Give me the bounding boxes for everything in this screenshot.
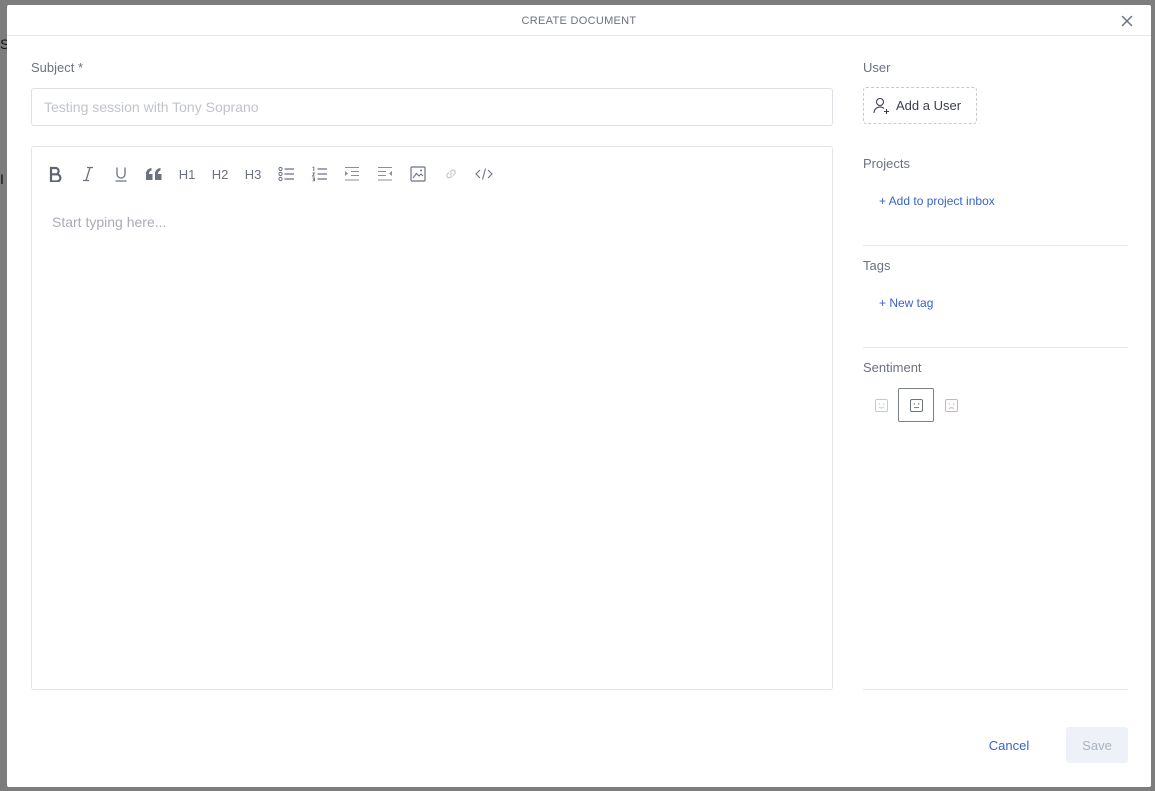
numbered-list-button[interactable]: [309, 164, 329, 184]
h3-button[interactable]: H3: [243, 164, 263, 184]
projects-label: Projects: [863, 156, 910, 171]
divider: [863, 347, 1128, 348]
indent-icon: [345, 166, 359, 181]
happy-face-icon: [874, 398, 888, 412]
rich-text-editor[interactable]: H1 H2 H3 Start typing here...: [31, 146, 833, 690]
insert-image-button[interactable]: [408, 164, 428, 184]
sentiment-label: Sentiment: [863, 360, 922, 375]
subject-input[interactable]: [31, 88, 833, 126]
h2-button[interactable]: H2: [210, 164, 230, 184]
user-label: User: [863, 60, 891, 75]
create-document-modal: CREATE DOCUMENT Subject * Testing sessio…: [7, 5, 1151, 787]
quote-button[interactable]: [144, 164, 164, 184]
code-icon: [475, 168, 493, 180]
insert-link-button[interactable]: [441, 164, 461, 184]
close-icon: [1121, 15, 1133, 27]
sentiment-neutral-button[interactable]: [898, 388, 934, 422]
underline-button[interactable]: [112, 164, 130, 184]
background-text: I: [0, 171, 4, 187]
code-button[interactable]: [474, 164, 494, 184]
add-user-button[interactable]: Add a User: [863, 87, 977, 124]
sentiment-negative-button[interactable]: [933, 388, 969, 422]
sentiment-positive-button[interactable]: [863, 388, 899, 422]
bold-icon: [49, 166, 62, 182]
bold-button[interactable]: [46, 164, 64, 184]
add-to-project-inbox-link[interactable]: + Add to project inbox: [879, 194, 995, 208]
editor-placeholder: Start typing here...: [52, 214, 167, 230]
divider: [863, 245, 1128, 246]
divider: [863, 689, 1128, 690]
link-icon: [446, 169, 456, 179]
numbered-list-icon: [311, 166, 327, 182]
quote-icon: [146, 168, 162, 180]
new-tag-link[interactable]: + New tag: [879, 296, 933, 310]
italic-button[interactable]: [79, 164, 97, 184]
italic-icon: [83, 166, 93, 182]
tags-label: Tags: [863, 258, 891, 273]
cancel-button[interactable]: Cancel: [977, 727, 1041, 763]
h1-button[interactable]: H1: [177, 164, 197, 184]
subject-label: Subject *: [31, 60, 84, 75]
neutral-face-icon: [909, 398, 923, 412]
modal-header: CREATE DOCUMENT: [7, 5, 1151, 36]
save-button[interactable]: Save: [1066, 727, 1128, 763]
sad-face-icon: [944, 398, 958, 412]
bullet-list-icon: [277, 166, 294, 182]
modal-title: CREATE DOCUMENT: [521, 15, 637, 27]
add-user-label: Add a User: [896, 98, 962, 113]
close-button[interactable]: [1119, 13, 1135, 29]
bullet-list-button[interactable]: [276, 164, 296, 184]
outdent-button[interactable]: [375, 164, 395, 184]
image-icon: [410, 166, 426, 182]
add-user-icon: [873, 97, 889, 114]
underline-icon: [115, 167, 127, 182]
editor-toolbar: H1 H2 H3: [32, 147, 832, 193]
indent-button[interactable]: [342, 164, 362, 184]
outdent-icon: [378, 166, 392, 181]
